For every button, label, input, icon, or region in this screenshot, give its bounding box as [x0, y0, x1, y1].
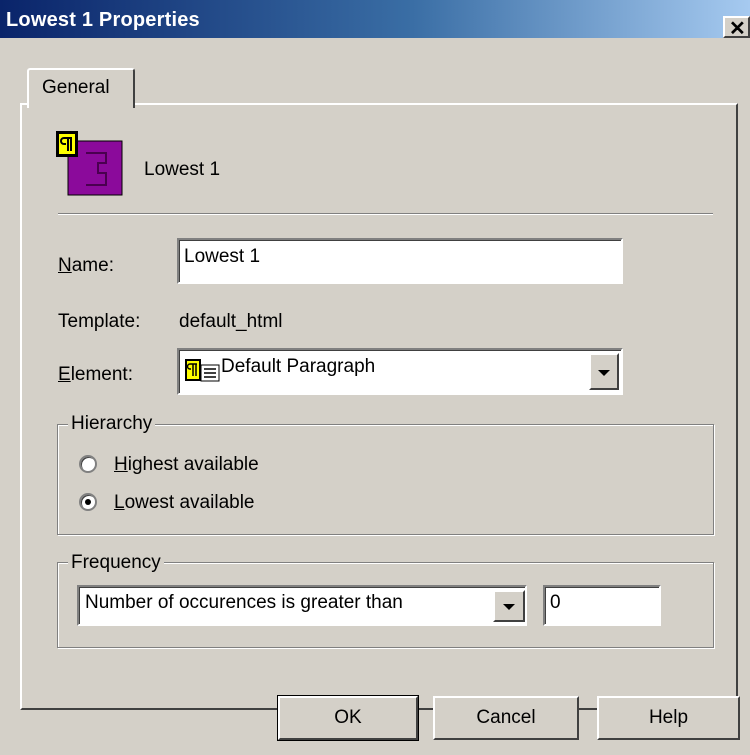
window-title: Lowest 1 Properties: [6, 9, 200, 31]
title-bar: Lowest 1 Properties: [0, 0, 750, 38]
lowest-available-label[interactable]: Lowest available: [114, 492, 255, 514]
frequency-condition-arrow[interactable]: [493, 590, 525, 622]
frequency-value: 0: [550, 592, 561, 613]
close-icon: ✕: [729, 18, 746, 40]
element-dropdown-arrow[interactable]: [589, 353, 619, 390]
template-label: Template:: [58, 311, 141, 332]
lowest-available-radio[interactable]: [79, 493, 97, 511]
name-input-value: Lowest 1: [184, 246, 261, 267]
hierarchy-legend: Hierarchy: [68, 413, 156, 435]
paragraph-style-icon: [56, 131, 123, 196]
frequency-legend: Frequency: [68, 552, 164, 574]
frequency-condition-dropdown[interactable]: Number of occurences is greater than: [77, 585, 527, 626]
tab-general-label: General: [42, 77, 110, 98]
style-name-heading: Lowest 1: [144, 159, 221, 180]
ok-button[interactable]: OK: [277, 695, 419, 741]
frequency-condition-value: Number of occurences is greater than: [85, 592, 403, 613]
element-dropdown-value: Default Paragraph: [221, 356, 376, 377]
element-label: Element:: [58, 364, 133, 385]
highest-available-label[interactable]: Highest available: [114, 454, 259, 476]
name-label: Name:: [58, 255, 114, 276]
tab-general[interactable]: General: [27, 68, 135, 108]
cancel-button[interactable]: Cancel: [433, 696, 579, 740]
template-value: default_html: [179, 311, 283, 332]
hierarchy-group: [57, 424, 714, 535]
frequency-value-input[interactable]: 0: [543, 585, 661, 626]
highest-available-radio[interactable]: [79, 455, 97, 473]
paragraph-style-icon: [185, 359, 220, 382]
separator: [58, 213, 713, 215]
element-dropdown[interactable]: Default Paragraph: [177, 348, 623, 395]
name-input[interactable]: Lowest 1: [177, 238, 623, 284]
close-button[interactable]: ✕: [723, 16, 750, 40]
help-button[interactable]: Help: [597, 696, 740, 740]
